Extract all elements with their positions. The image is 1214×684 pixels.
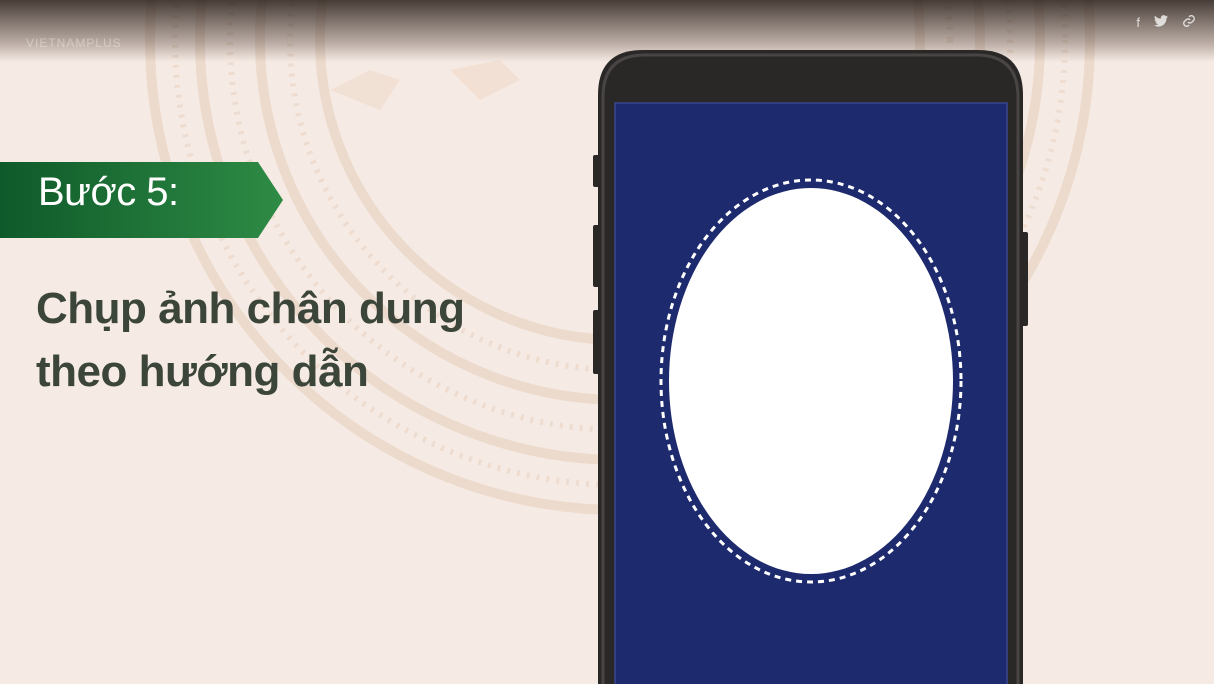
face-capture-oval bbox=[669, 188, 953, 574]
video-frame: VIETNAMPLUS f Bước 5: Chụp ảnh chân dung… bbox=[0, 0, 1214, 684]
phone-illustration bbox=[593, 50, 1028, 684]
